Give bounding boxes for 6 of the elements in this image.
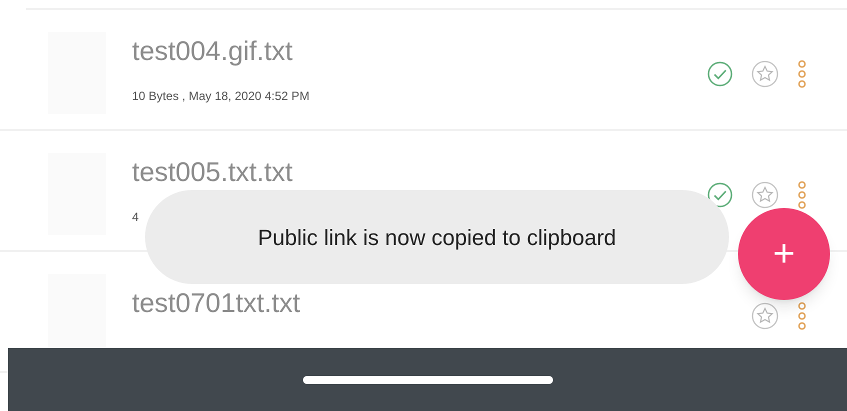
file-name: test0701txt.txt [132,287,300,320]
file-details: 10 Bytes , May 18, 2020 4:52 PM [132,88,310,104]
file-details: 4 [132,209,139,225]
toast: Public link is now copied to clipboard [145,190,729,284]
file-name: test004.gif.txt [132,35,293,68]
file-name: test005.txt.txt [132,156,293,189]
